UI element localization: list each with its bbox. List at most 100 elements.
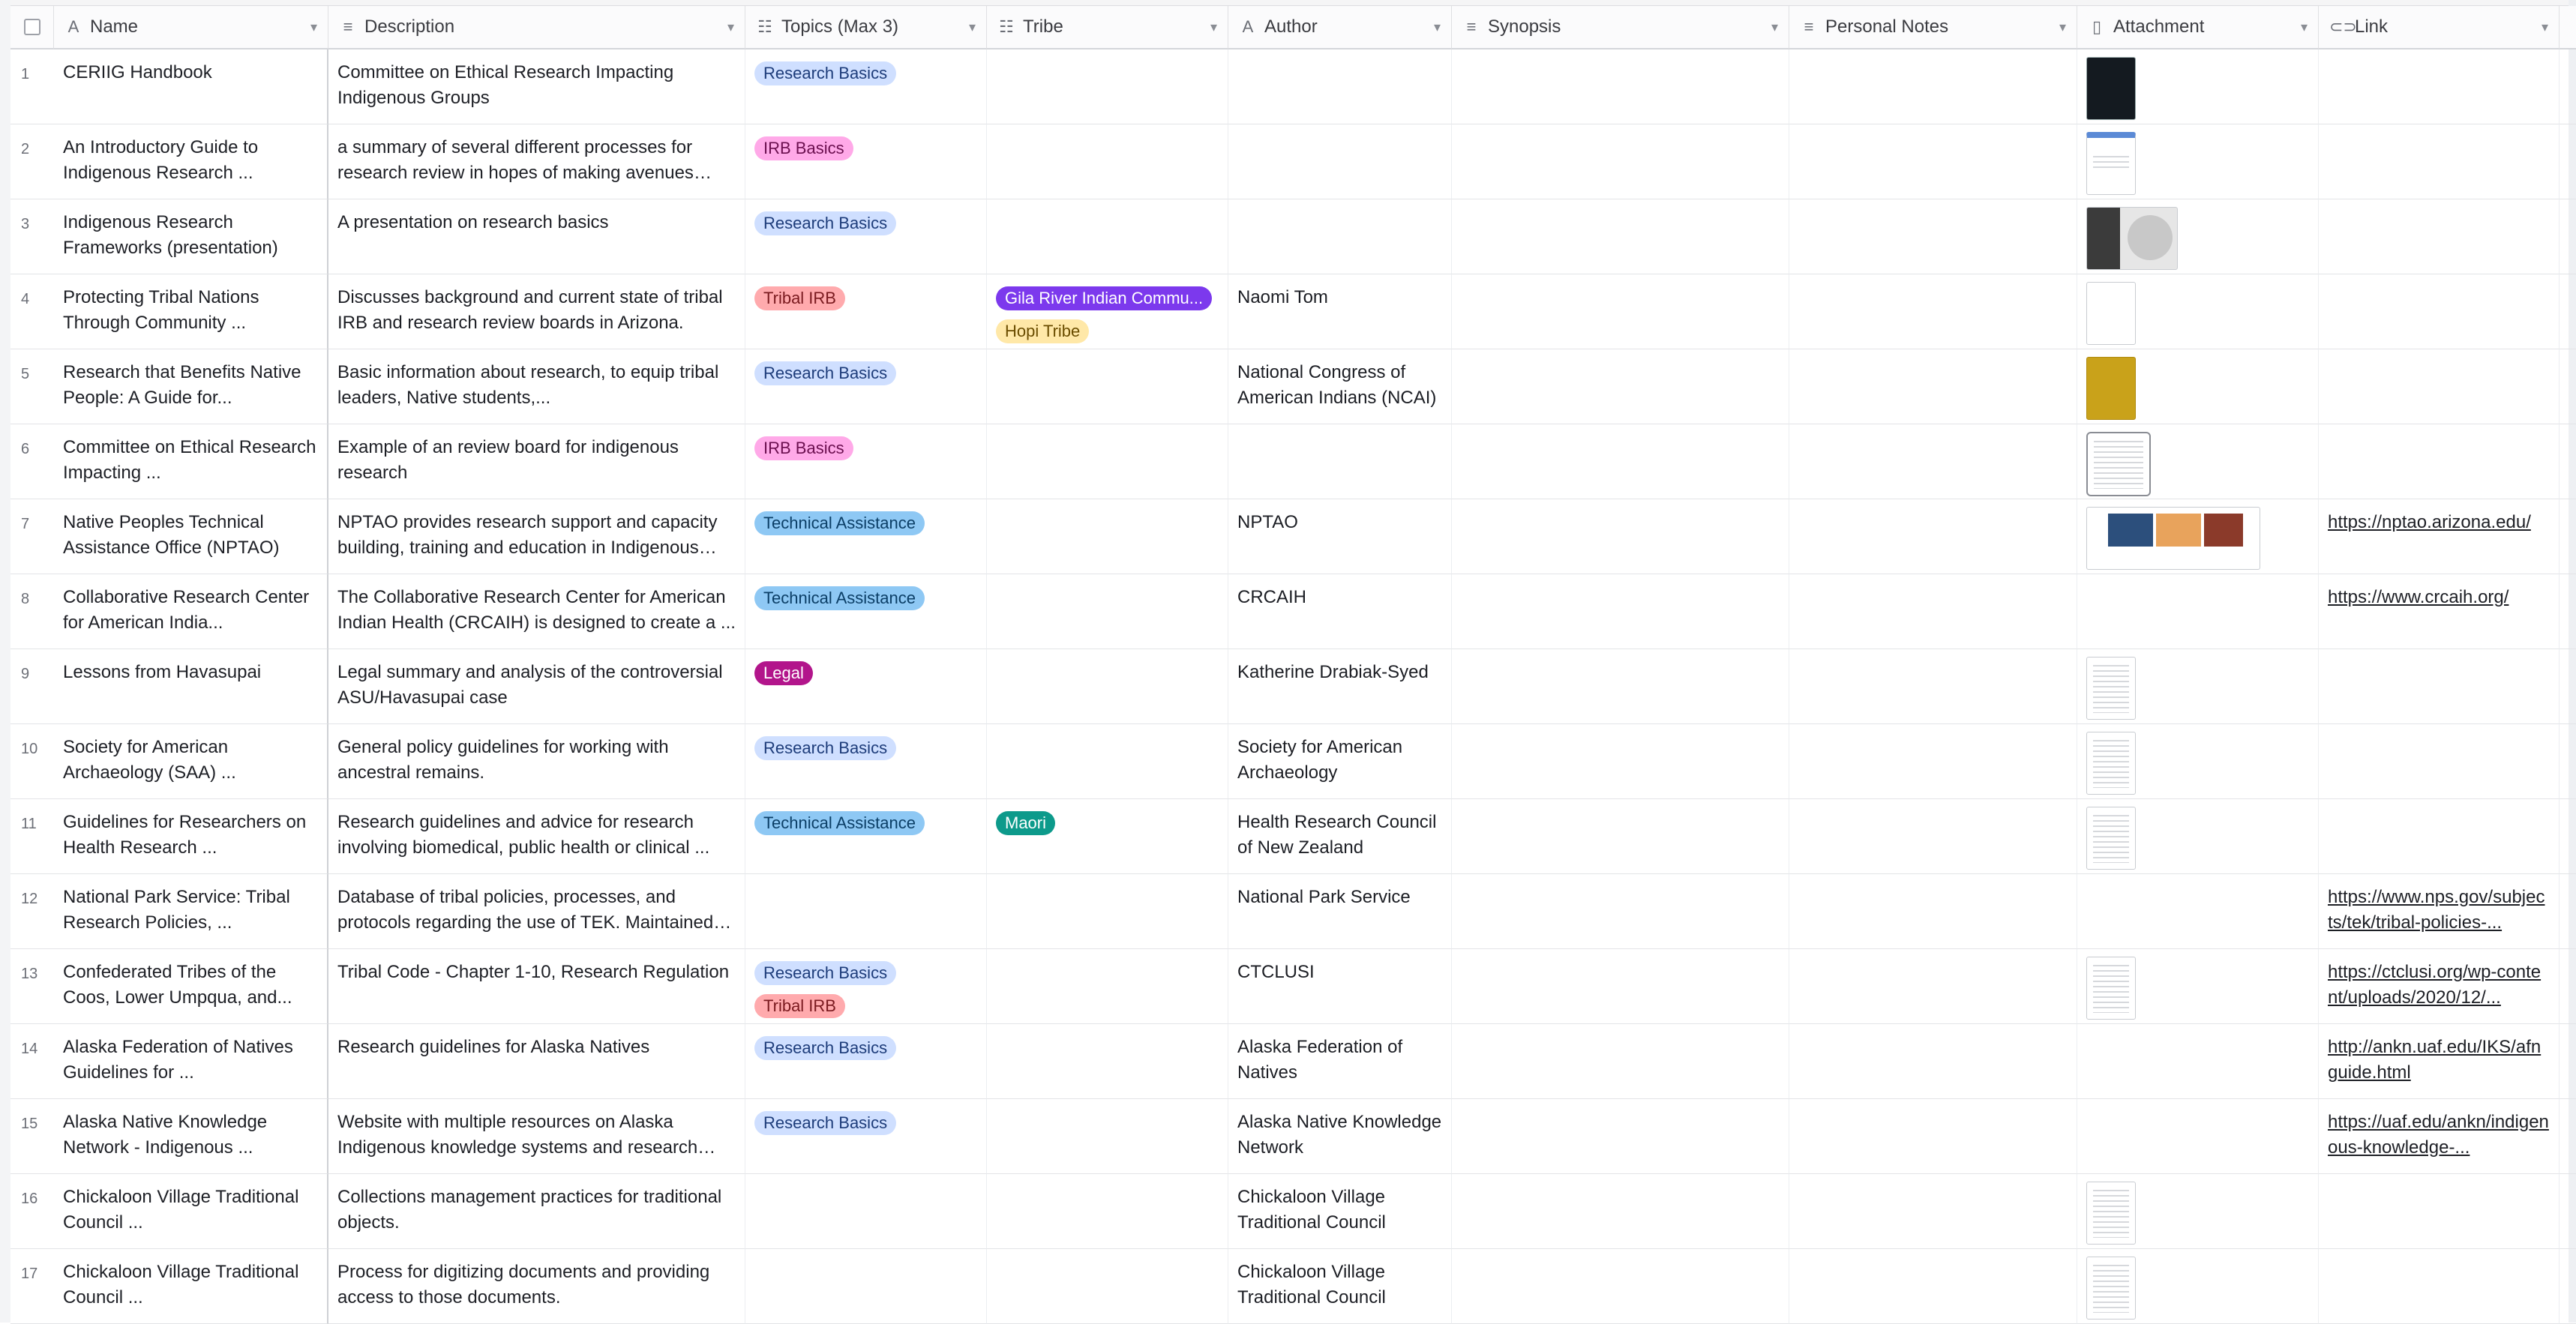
cell-notes[interactable]: [1789, 649, 2077, 724]
cell-attachments[interactable]: [2077, 574, 2319, 649]
cell-synopsis[interactable]: [1452, 424, 1789, 499]
cell-author[interactable]: National Congress of American Indians (N…: [1228, 349, 1452, 424]
cell-author[interactable]: National Park Service: [1228, 874, 1452, 949]
cell-topics[interactable]: Research Basics: [745, 724, 987, 799]
cell-description[interactable]: Research guidelines and advice for resea…: [328, 799, 745, 874]
cell-description[interactable]: Example of an review board for indigenou…: [328, 424, 745, 499]
cell-notes[interactable]: [1789, 424, 2077, 499]
topic-tag[interactable]: Research Basics: [754, 361, 897, 385]
cell-topics[interactable]: Research Basics: [745, 1024, 987, 1099]
cell-author[interactable]: [1228, 424, 1452, 499]
cell-notes[interactable]: [1789, 1249, 2077, 1324]
cell-description[interactable]: Website with multiple resources on Alask…: [328, 1099, 745, 1174]
cell-tribe[interactable]: [987, 1099, 1228, 1174]
cell-name[interactable]: Committee on Ethical Research Impacting …: [54, 424, 328, 499]
cell-topics[interactable]: [745, 1174, 987, 1249]
cell-tribe[interactable]: [987, 424, 1228, 499]
cell-name[interactable]: Research that Benefits Native People: A …: [54, 349, 328, 424]
column-header-notes[interactable]: ≡ Personal Notes ▾: [1789, 6, 2077, 49]
chevron-down-icon[interactable]: ▾: [727, 19, 734, 35]
topic-tag[interactable]: IRB Basics: [754, 436, 853, 460]
cell-link[interactable]: [2319, 274, 2560, 349]
cell-topics[interactable]: Technical Assistance: [745, 499, 987, 574]
cell-attachments[interactable]: [2077, 49, 2319, 124]
cell-notes[interactable]: [1789, 349, 2077, 424]
column-header-topics[interactable]: ☷ Topics (Max 3) ▾: [745, 6, 987, 49]
cell-tribe[interactable]: [987, 649, 1228, 724]
cell-synopsis[interactable]: [1452, 574, 1789, 649]
topic-tag[interactable]: Tribal IRB: [754, 994, 845, 1018]
cell-author[interactable]: Alaska Native Knowledge Network: [1228, 1099, 1452, 1174]
topic-tag[interactable]: Research Basics: [754, 1111, 897, 1135]
cell-link[interactable]: [2319, 799, 2560, 874]
cell-attachments[interactable]: [2077, 724, 2319, 799]
cell-notes[interactable]: [1789, 274, 2077, 349]
cell-synopsis[interactable]: [1452, 649, 1789, 724]
cell-name[interactable]: CERIIG Handbook: [54, 49, 328, 124]
chevron-down-icon[interactable]: ▾: [2542, 19, 2548, 35]
chevron-down-icon[interactable]: ▾: [1771, 19, 1778, 35]
cell-name[interactable]: An Introductory Guide to Indigenous Rese…: [54, 124, 328, 199]
attachment-thumbnail[interactable]: [2086, 657, 2136, 720]
cell-link[interactable]: [2319, 649, 2560, 724]
topic-tag[interactable]: Tribal IRB: [754, 286, 845, 310]
column-header-synopsis[interactable]: ≡ Synopsis ▾: [1452, 6, 1789, 49]
cell-notes[interactable]: [1789, 574, 2077, 649]
cell-link[interactable]: http://ankn.uaf.edu/IKS/afnguide.html: [2319, 1024, 2560, 1099]
cell-author[interactable]: Naomi Tom: [1228, 274, 1452, 349]
cell-notes[interactable]: [1789, 499, 2077, 574]
cell-attachments[interactable]: [2077, 1249, 2319, 1324]
column-header-name[interactable]: A Name ▾: [54, 6, 328, 49]
topic-tag[interactable]: Research Basics: [754, 961, 897, 985]
cell-topics[interactable]: IRB Basics: [745, 424, 987, 499]
chevron-down-icon[interactable]: ▾: [310, 19, 317, 35]
column-header-author[interactable]: A Author ▾: [1228, 6, 1452, 49]
cell-tribe[interactable]: [987, 1024, 1228, 1099]
link-url[interactable]: https://nptao.arizona.edu/: [2328, 510, 2550, 535]
cell-name[interactable]: Chickaloon Village Traditional Council .…: [54, 1249, 328, 1324]
cell-tribe[interactable]: [987, 349, 1228, 424]
cell-description[interactable]: Process for digitizing documents and pro…: [328, 1249, 745, 1324]
topic-tag[interactable]: Research Basics: [754, 61, 897, 85]
cell-attachments[interactable]: [2077, 799, 2319, 874]
cell-attachments[interactable]: [2077, 499, 2319, 574]
cell-attachments[interactable]: [2077, 874, 2319, 949]
cell-notes[interactable]: [1789, 49, 2077, 124]
cell-link[interactable]: [2319, 349, 2560, 424]
chevron-down-icon[interactable]: ▾: [2059, 19, 2066, 35]
cell-synopsis[interactable]: [1452, 199, 1789, 274]
cell-attachments[interactable]: [2077, 424, 2319, 499]
cell-tribe[interactable]: [987, 124, 1228, 199]
cell-topics[interactable]: [745, 874, 987, 949]
attachment-thumbnail[interactable]: [2086, 57, 2136, 120]
cell-synopsis[interactable]: [1452, 274, 1789, 349]
cell-notes[interactable]: [1789, 874, 2077, 949]
cell-notes[interactable]: [1789, 799, 2077, 874]
topic-tag[interactable]: Research Basics: [754, 1036, 897, 1060]
cell-author[interactable]: [1228, 49, 1452, 124]
chevron-down-icon[interactable]: ▾: [2301, 19, 2308, 35]
attachment-thumbnail[interactable]: [2086, 432, 2151, 496]
cell-notes[interactable]: [1789, 1174, 2077, 1249]
cell-synopsis[interactable]: [1452, 1024, 1789, 1099]
cell-tribe[interactable]: [987, 49, 1228, 124]
cell-name[interactable]: Indigenous Research Frameworks (presenta…: [54, 199, 328, 274]
cell-description[interactable]: Database of tribal policies, processes, …: [328, 874, 745, 949]
header-select-all[interactable]: [10, 6, 54, 49]
tribe-tag[interactable]: Hopi Tribe: [996, 319, 1090, 343]
topic-tag[interactable]: Technical Assistance: [754, 586, 925, 610]
cell-description[interactable]: Legal summary and analysis of the contro…: [328, 649, 745, 724]
cell-synopsis[interactable]: [1452, 799, 1789, 874]
cell-description[interactable]: a summary of several different processes…: [328, 124, 745, 199]
cell-author[interactable]: NPTAO: [1228, 499, 1452, 574]
cell-description[interactable]: Discusses background and current state o…: [328, 274, 745, 349]
cell-author[interactable]: Chickaloon Village Traditional Council: [1228, 1174, 1452, 1249]
cell-link[interactable]: [2319, 199, 2560, 274]
cell-synopsis[interactable]: [1452, 349, 1789, 424]
cell-topics[interactable]: Tribal IRB: [745, 274, 987, 349]
cell-description[interactable]: NPTAO provides research support and capa…: [328, 499, 745, 574]
cell-description[interactable]: General policy guidelines for working wi…: [328, 724, 745, 799]
cell-attachments[interactable]: [2077, 124, 2319, 199]
cell-author[interactable]: [1228, 199, 1452, 274]
cell-attachments[interactable]: [2077, 349, 2319, 424]
